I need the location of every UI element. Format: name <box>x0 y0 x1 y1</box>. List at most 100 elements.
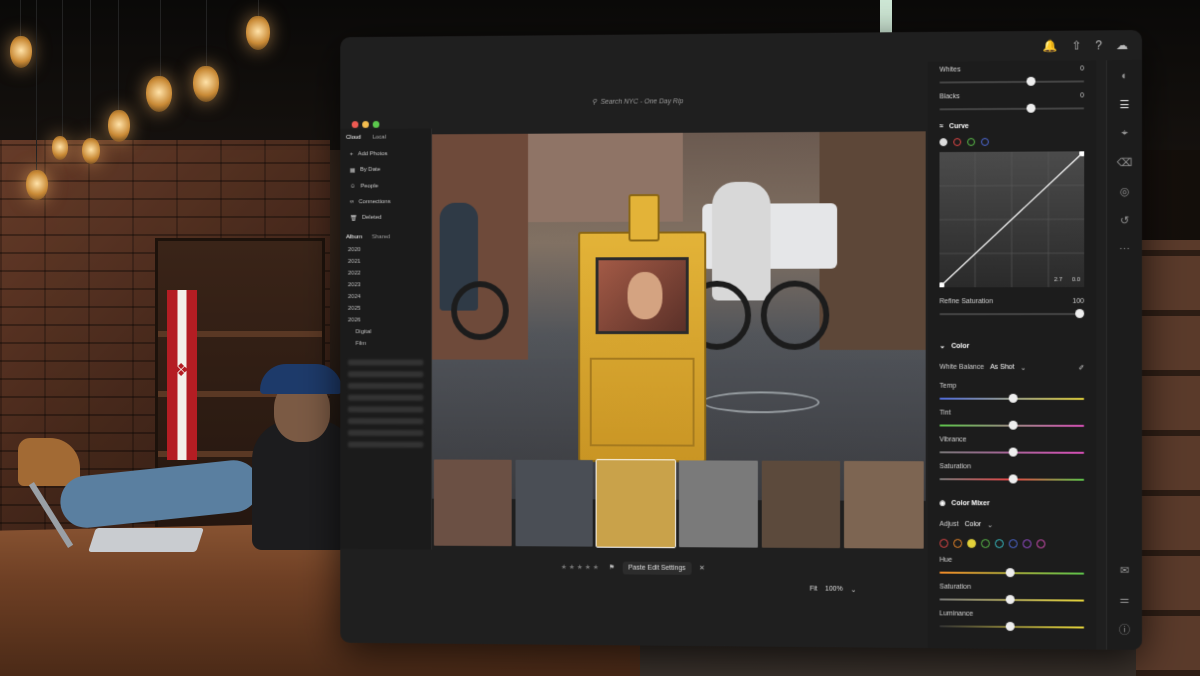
red-channel-dot[interactable] <box>953 138 961 146</box>
rating-stars[interactable]: ★★★★★ <box>561 563 601 571</box>
temp-slider[interactable]: Temp <box>928 378 1096 405</box>
color-mixer-icon: ◉ <box>939 499 945 507</box>
slider-knob[interactable] <box>1009 474 1018 483</box>
rgb-channel-dot[interactable] <box>939 138 947 146</box>
year-item[interactable]: 2021 <box>348 256 423 268</box>
chevron-down-icon[interactable]: ⌄ <box>1020 364 1026 372</box>
edit-sliders-icon[interactable]: ☰ <box>1120 98 1130 111</box>
eyedropper-icon[interactable]: ✐ <box>1078 364 1084 372</box>
whites-slider[interactable]: Whites 0 <box>928 60 1096 88</box>
more-icon[interactable]: ⋯ <box>1119 243 1130 256</box>
library-panel: Cloud Local + Add Photos ▦ By Date ☺ Peo… <box>340 128 432 549</box>
color-header[interactable]: ⌄ Color <box>928 334 1096 358</box>
filmstrip-thumb-selected[interactable] <box>597 460 675 547</box>
mixer-adjust-row: Adjust Color ⌄ <box>928 515 1096 536</box>
curve-header[interactable]: ≈ Curve <box>928 114 1096 138</box>
close-icon[interactable] <box>352 121 359 128</box>
vibrance-slider[interactable]: Vibrance <box>928 431 1096 458</box>
color-mixer-header[interactable]: ◉ Color Mixer <box>928 491 1096 516</box>
tab-album[interactable]: Album <box>346 234 362 240</box>
add-photos-button[interactable]: + Add Photos <box>340 146 431 162</box>
library-item-connections[interactable]: ∞ Connections <box>340 194 431 210</box>
hue-slider[interactable]: Hue <box>928 552 1096 580</box>
maximize-icon[interactable] <box>373 121 380 128</box>
filmstrip-thumb[interactable] <box>844 461 923 549</box>
history-icon[interactable]: ↺ <box>1120 214 1129 227</box>
share-icon[interactable]: ⇧ <box>1071 39 1081 53</box>
slider-knob[interactable] <box>1006 622 1015 631</box>
paste-edit-settings-button[interactable]: Paste Edit Settings <box>622 561 691 574</box>
zoom-level[interactable]: 100% <box>825 586 843 594</box>
close-icon[interactable]: ✕ <box>699 564 705 572</box>
album-item-film[interactable]: Film <box>348 338 423 350</box>
year-item[interactable]: 2026 <box>348 315 423 327</box>
slider-knob[interactable] <box>1026 104 1035 113</box>
year-item[interactable]: 2020 <box>348 244 423 256</box>
slider-knob[interactable] <box>1009 448 1018 457</box>
mixer-color-dot[interactable] <box>939 539 948 548</box>
eraser-icon[interactable]: ⌫ <box>1117 156 1133 169</box>
album-item-digital[interactable]: Digital <box>348 326 423 338</box>
library-item-deleted[interactable]: 🗑 Deleted <box>340 210 431 227</box>
slider-knob[interactable] <box>1075 309 1084 318</box>
tint-slider[interactable]: Tint <box>928 405 1096 432</box>
info-icon[interactable]: ⓘ <box>1119 622 1130 638</box>
blacks-slider[interactable]: Blacks 0 <box>928 87 1096 115</box>
blurred-album-list <box>340 350 431 458</box>
year-item[interactable]: 2023 <box>348 279 423 291</box>
library-item-by-date[interactable]: ▦ By Date <box>340 162 431 179</box>
notifications-icon[interactable]: 🔔 <box>1043 39 1058 53</box>
slider-knob[interactable] <box>1009 421 1018 430</box>
calendar-icon: ▦ <box>350 167 355 174</box>
light-bulb <box>10 36 32 68</box>
tab-cloud[interactable]: Cloud <box>346 135 361 141</box>
help-icon[interactable]: ? <box>1095 38 1102 52</box>
luminance-slider[interactable]: Luminance <box>928 605 1096 633</box>
filmstrip-thumb[interactable] <box>679 460 758 547</box>
main-photo[interactable] <box>432 131 926 501</box>
fit-button[interactable]: Fit <box>810 586 818 594</box>
year-item[interactable]: 2022 <box>348 268 423 280</box>
slider-knob[interactable] <box>1009 394 1018 403</box>
tag-icon[interactable]: ⚌ <box>1120 593 1130 606</box>
green-channel-dot[interactable] <box>967 138 975 146</box>
masking-icon[interactable]: ◎ <box>1120 185 1130 198</box>
filmstrip-thumb[interactable] <box>434 459 511 546</box>
presets-icon[interactable]: ◐ <box>1121 70 1128 82</box>
cloud-sync-icon[interactable]: ☁ <box>1116 38 1128 52</box>
filmstrip-thumb[interactable] <box>761 461 840 549</box>
blue-channel-dot[interactable] <box>981 138 989 146</box>
comments-icon[interactable]: ✉ <box>1120 564 1129 577</box>
white-balance-select[interactable]: As Shot <box>990 364 1014 372</box>
mixer-color-dot[interactable] <box>953 539 962 548</box>
minimize-icon[interactable] <box>362 121 369 128</box>
slider-knob[interactable] <box>1026 77 1035 86</box>
edit-panel: Whites 0 Blacks 0 ≈ Curve 2.7 0.0 Refine… <box>928 60 1096 649</box>
mixer-color-dot[interactable] <box>1009 539 1018 548</box>
year-item[interactable]: 2024 <box>348 291 423 303</box>
refine-saturation-slider[interactable]: Refine Saturation 100 <box>928 293 1096 320</box>
tab-local[interactable]: Local <box>372 135 386 141</box>
year-item[interactable]: 2025 <box>348 303 423 315</box>
mixer-color-dot[interactable] <box>995 539 1004 548</box>
mixer-color-dot[interactable] <box>1023 539 1032 548</box>
slider-knob[interactable] <box>1006 568 1015 577</box>
chevron-down-icon[interactable]: ⌄ <box>851 586 857 594</box>
mixer-saturation-slider[interactable]: Saturation <box>928 579 1096 607</box>
curve-readout: 2.7 <box>1054 277 1062 283</box>
filmstrip-thumb[interactable] <box>515 460 593 547</box>
source-tabs: Cloud Local <box>340 128 431 146</box>
slider-knob[interactable] <box>1006 595 1015 604</box>
saturation-slider[interactable]: Saturation <box>928 458 1096 486</box>
mixer-color-dot[interactable] <box>1036 539 1045 548</box>
search-bar[interactable]: ⚲ Search NYC - One Day Rip <box>592 92 865 110</box>
chevron-down-icon[interactable]: ⌄ <box>987 521 993 529</box>
crop-icon[interactable]: ⌖ <box>1121 127 1127 140</box>
mixer-color-dot[interactable] <box>981 539 990 548</box>
mixer-color-dot[interactable] <box>967 539 976 548</box>
library-item-people[interactable]: ☺ People <box>340 178 431 194</box>
tab-shared[interactable]: Shared <box>372 234 390 240</box>
tone-curve-graph[interactable]: 2.7 0.0 <box>939 151 1084 287</box>
mixer-adjust-select[interactable]: Color <box>965 521 982 529</box>
flag-icon[interactable]: ⚑ <box>609 563 615 571</box>
